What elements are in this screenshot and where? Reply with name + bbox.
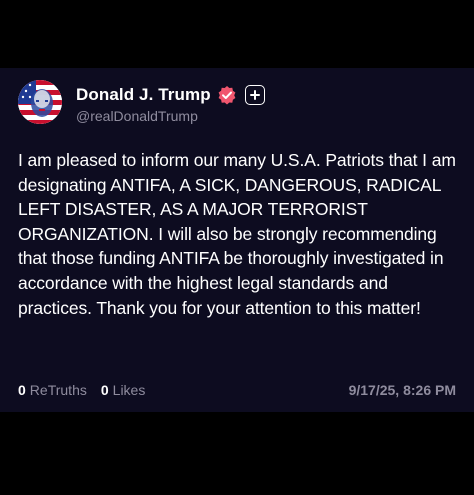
plus-icon xyxy=(249,90,260,100)
author-handle[interactable]: @realDonaldTrump xyxy=(76,108,198,124)
likes-stat[interactable]: 0 Likes xyxy=(101,382,145,398)
author-name-row: Donald J. Trump xyxy=(76,84,265,106)
follow-button[interactable] xyxy=(244,85,265,105)
likes-count: 0 xyxy=(100,382,109,398)
post-card: Donald J. Trump @realDonaldTrump I am pl… xyxy=(0,68,474,412)
author-display-name[interactable]: Donald J. Trump xyxy=(76,85,211,105)
retruths-label: ReTruths xyxy=(29,382,87,398)
retruths-stat[interactable]: 0 ReTruths xyxy=(18,382,87,398)
post-body-text: I am pleased to inform our many U.S.A. P… xyxy=(18,150,456,318)
retruths-count: 0 xyxy=(18,382,26,398)
avatar[interactable] xyxy=(18,80,62,124)
verified-badge-icon xyxy=(217,85,237,105)
likes-label: Likes xyxy=(112,382,146,398)
avatar-image xyxy=(18,80,62,124)
post-timestamp[interactable]: 9/17/25, 8:26 PM xyxy=(349,382,456,398)
post-stats: 0 ReTruths 0 Likes xyxy=(18,382,145,398)
